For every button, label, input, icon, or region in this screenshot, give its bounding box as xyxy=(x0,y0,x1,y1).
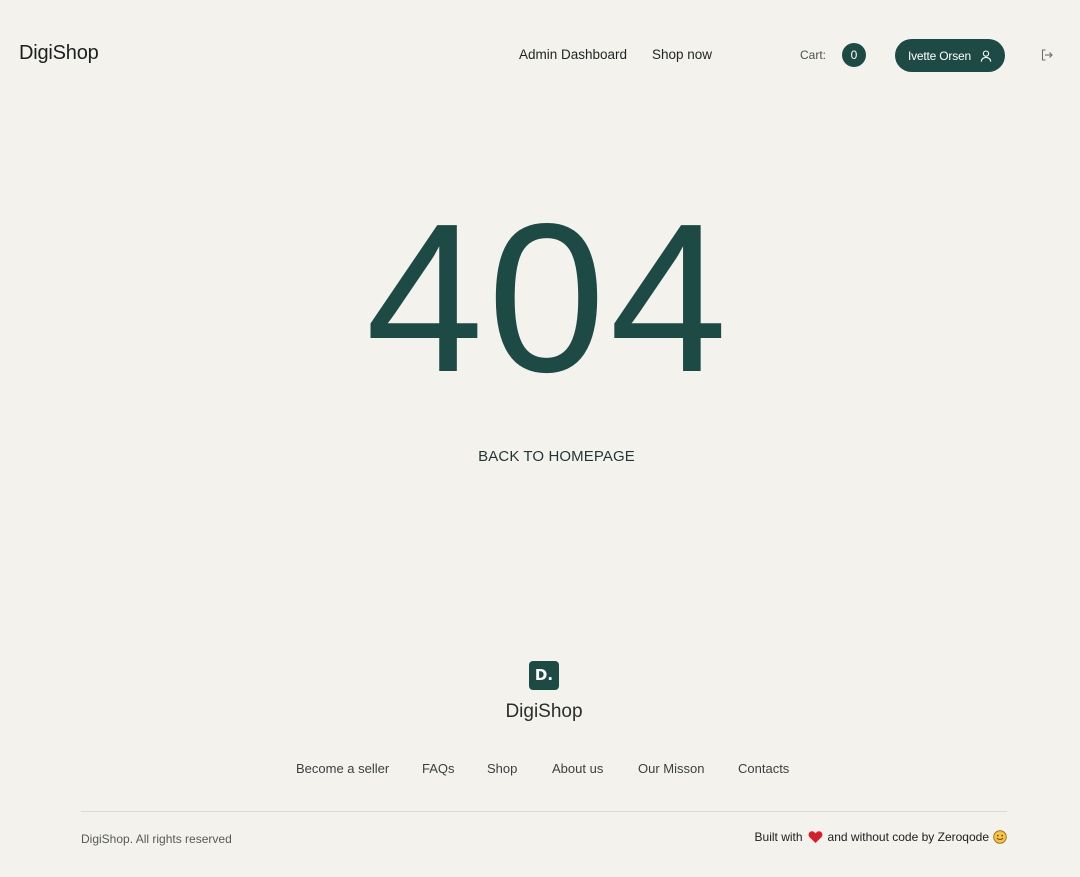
footer-link-about-us[interactable]: About us xyxy=(552,761,603,776)
nav-shop-now[interactable]: Shop now xyxy=(652,47,712,62)
footer-brand-name: DigiShop xyxy=(505,701,583,722)
footer-link-shop[interactable]: Shop xyxy=(487,761,517,776)
error-code-404: 404 xyxy=(365,179,732,416)
footer-link-our-mission[interactable]: Our Misson xyxy=(638,761,704,776)
footer-link-contacts[interactable]: Contacts xyxy=(738,761,789,776)
nav-admin-dashboard[interactable]: Admin Dashboard xyxy=(519,47,627,62)
built-with-tail: and without code by Zeroqode xyxy=(827,830,989,844)
cart-count-badge[interactable]: 0 xyxy=(842,43,866,67)
cart-label: Cart: xyxy=(800,48,827,62)
footer-divider xyxy=(81,811,1007,812)
page-root: DigiShop Admin Dashboard Shop now Cart: … xyxy=(0,0,1080,877)
footer-copyright: DigiShop. All rights reserved xyxy=(81,832,232,846)
footer-link-faqs[interactable]: FAQs xyxy=(422,761,455,776)
footer-link-become-seller[interactable]: Become a seller xyxy=(296,761,389,776)
user-icon xyxy=(979,49,993,63)
footer-logo-mark[interactable]: D. xyxy=(529,661,559,690)
user-profile-button[interactable]: Ivette Orsen xyxy=(895,39,1005,72)
back-to-homepage-link[interactable]: BACK TO HOMEPAGE xyxy=(0,448,1080,465)
logout-icon[interactable] xyxy=(1040,48,1054,62)
footer-built-with: Built with and without code by Zeroqode xyxy=(755,830,1007,844)
header-logo[interactable]: DigiShop xyxy=(19,42,99,65)
heart-icon xyxy=(808,830,823,844)
smiley-face-icon xyxy=(993,830,1007,844)
built-with-label: Built with xyxy=(754,830,803,844)
user-name-label: Ivette Orsen xyxy=(908,48,971,63)
